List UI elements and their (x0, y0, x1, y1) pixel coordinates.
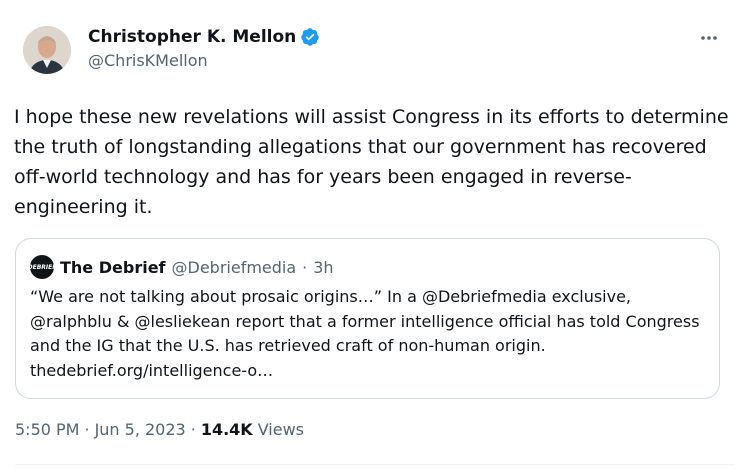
views-count: 14.4K (200, 420, 253, 439)
tweet-text: I hope these new revelations will assist… (14, 106, 729, 218)
quoted-tweet[interactable]: DEBRIEF The Debrief @Debriefmedia · 3h “… (15, 238, 720, 399)
avatar-portrait (23, 26, 71, 74)
meta-separator: · (84, 420, 90, 439)
quoted-separator: · (302, 257, 308, 277)
tweet-date[interactable]: Jun 5, 2023 (95, 420, 186, 439)
quoted-avatar-logo: DEBRIEF (27, 263, 57, 271)
author-name-row[interactable]: Christopher K. Mellon (88, 26, 320, 48)
tweet-time[interactable]: 5:50 PM (15, 420, 79, 439)
quoted-tweet-header: DEBRIEF The Debrief @Debriefmedia · 3h (27, 255, 334, 279)
quoted-avatar[interactable]: DEBRIEF (27, 255, 57, 279)
author-display-name[interactable]: Christopher K. Mellon (88, 26, 296, 48)
author-handle[interactable]: @ChrisKMellon (88, 50, 320, 72)
verified-badge-icon (301, 28, 319, 46)
quoted-author-handle[interactable]: @Debriefmedia (172, 258, 297, 277)
avatar[interactable] (23, 26, 71, 74)
tweet-header: Christopher K. Mellon @ChrisKMellon (16, 22, 733, 86)
meta-separator: · (190, 420, 196, 439)
author-names: Christopher K. Mellon @ChrisKMellon (88, 26, 320, 72)
quoted-tweet-text: “We are not talking about prosaic origin… (30, 287, 700, 380)
quoted-timestamp[interactable]: 3h (313, 258, 333, 277)
divider (15, 464, 734, 465)
ellipsis-icon (701, 36, 717, 40)
views-label: Views (257, 420, 304, 439)
more-icon[interactable] (697, 28, 721, 52)
quoted-author-name[interactable]: The Debrief (60, 258, 166, 277)
tweet-meta: 5:50 PM · Jun 5, 2023 · 14.4K Views (15, 420, 304, 439)
